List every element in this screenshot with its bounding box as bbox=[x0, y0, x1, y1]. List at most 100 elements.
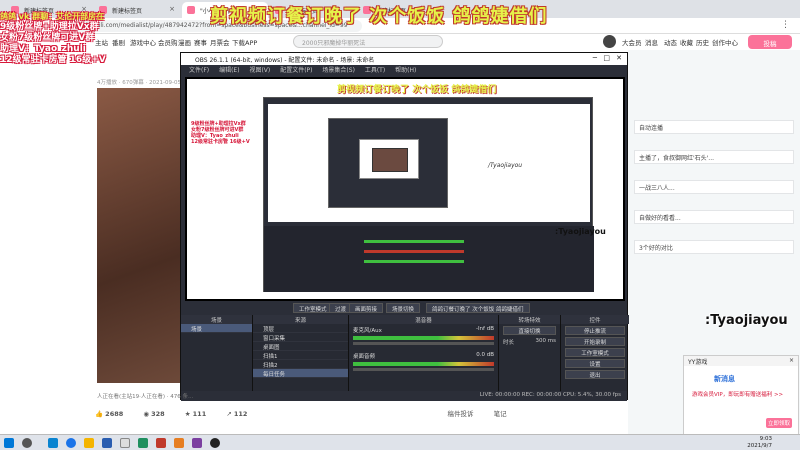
overlay-line: 12级常驻卡房管 16级+V bbox=[191, 139, 250, 145]
coin-icon[interactable]: ◉ 328 bbox=[143, 410, 164, 418]
search-input[interactable]: 2000只邪魔掉华丽死法 bbox=[293, 35, 443, 48]
user-link[interactable]: 历史 bbox=[696, 37, 709, 47]
edge-icon[interactable] bbox=[48, 438, 58, 448]
cut-button[interactable]: 画面剪接 bbox=[349, 303, 384, 313]
menu-icon[interactable]: ⋮ bbox=[781, 20, 790, 30]
duration-label: 时长 bbox=[503, 340, 515, 346]
claim-button[interactable]: 立即领取 bbox=[766, 418, 792, 428]
scene-item[interactable]: 场景 bbox=[181, 324, 252, 333]
folder-icon[interactable] bbox=[84, 438, 94, 448]
minimize-icon[interactable]: ─ bbox=[593, 54, 597, 62]
maximize-icon[interactable]: □ bbox=[603, 54, 610, 62]
channel-db: -Inf dB bbox=[475, 326, 494, 332]
close-icon[interactable]: ✕ bbox=[616, 54, 622, 62]
popup-title: 新消息 bbox=[714, 375, 735, 383]
autoplay-toggle[interactable]: 自动连播 bbox=[634, 120, 794, 134]
menu-item[interactable]: 视图(V) bbox=[249, 67, 270, 74]
preview-title-overlay: 剪视频订餐订晚了 次个饭饭 鸽鸽婕借们 bbox=[337, 85, 497, 95]
menu-item[interactable]: 帮助(H) bbox=[395, 67, 416, 74]
app-icon[interactable] bbox=[138, 438, 148, 448]
scene-name-button[interactable]: 鸽鸽订餐订晚了 次个饭饭 鸽鸽婕借们 bbox=[426, 303, 530, 313]
obs-mode-bar: 工作室模式 过渡 画面剪接 场景切换 鸽鸽订餐订晚了 次个饭饭 鸽鸽婕借们 bbox=[181, 302, 627, 314]
list-item[interactable]: 主播了，食叔御网红'石头'... bbox=[634, 150, 794, 164]
app-icon[interactable] bbox=[120, 438, 130, 448]
menu-item[interactable]: 配置文件(P) bbox=[280, 67, 312, 74]
preview-watermark: :Tyaojiayou bbox=[555, 227, 606, 236]
obs-icon[interactable] bbox=[210, 438, 220, 448]
popup-header: YY游戏 × bbox=[684, 356, 798, 366]
channel-name: 桌面音频 bbox=[353, 354, 376, 360]
source-item[interactable]: 窗口采集 bbox=[253, 333, 348, 342]
source-item[interactable]: 桌面图 bbox=[253, 342, 348, 351]
popup-header-text: YY游戏 bbox=[688, 359, 708, 366]
controls-dock: 控件 停止推流 开始录制 工作室模式 设置 退出 bbox=[561, 315, 629, 391]
source-item[interactable]: 每日任务 bbox=[253, 369, 348, 378]
exit-button[interactable]: 退出 bbox=[565, 370, 625, 379]
nav-item[interactable]: 下载APP bbox=[232, 37, 257, 47]
studio-mode-button[interactable]: 工作室模式 bbox=[293, 303, 333, 313]
chrome-icon[interactable] bbox=[66, 438, 76, 448]
source-item[interactable]: 顶层 bbox=[253, 324, 348, 333]
scene-switch-button[interactable]: 场景切换 bbox=[386, 303, 421, 313]
channel-db: 0.0 dB bbox=[476, 352, 494, 358]
user-link[interactable]: 收藏 bbox=[680, 37, 693, 47]
post-button[interactable]: 投稿 bbox=[748, 35, 792, 49]
list-item[interactable]: 自做好的看看... bbox=[634, 210, 794, 224]
report-link[interactable]: 稿件投诉 bbox=[447, 410, 473, 418]
tab-favicon-icon bbox=[187, 6, 195, 14]
user-link[interactable]: 大会员 bbox=[622, 37, 642, 47]
like-icon[interactable]: 👍 2688 bbox=[95, 410, 123, 418]
share-icon[interactable]: ↗ 112 bbox=[226, 410, 247, 418]
user-link[interactable]: 动态 bbox=[664, 37, 677, 47]
start-record-button[interactable]: 开始录制 bbox=[565, 337, 625, 346]
app-icon[interactable] bbox=[192, 438, 202, 448]
close-icon[interactable]: × bbox=[789, 357, 794, 364]
duration-value[interactable]: 300 ms bbox=[536, 338, 556, 344]
studio-mode-control-button[interactable]: 工作室模式 bbox=[565, 348, 625, 357]
overlay-line: 9级粉丝牌+助理拉Vx群 bbox=[0, 22, 99, 32]
menu-item[interactable]: 编辑(E) bbox=[219, 67, 239, 74]
app-icon[interactable] bbox=[156, 438, 166, 448]
star-icon[interactable]: ★ 111 bbox=[185, 410, 206, 418]
duration-row: 时长 300 ms bbox=[499, 337, 560, 347]
transition-select[interactable]: 直接切换 bbox=[503, 326, 556, 335]
volume-slider[interactable] bbox=[353, 342, 494, 345]
nested-meter bbox=[364, 260, 464, 263]
menu-item[interactable]: 工具(T) bbox=[365, 67, 385, 74]
list-item[interactable]: 一战三八人... bbox=[634, 180, 794, 194]
video-player[interactable] bbox=[97, 88, 192, 383]
view-info: 4万播放 · 670弹幕 · 2021-09-05 16:47:13 bbox=[97, 80, 187, 86]
nav-item[interactable]: 月票会 bbox=[210, 37, 230, 47]
avatar[interactable] bbox=[603, 35, 616, 48]
nav-item[interactable]: 漫画 bbox=[178, 37, 191, 47]
menu-item[interactable]: 场景集合(S) bbox=[322, 67, 355, 74]
viewer-count: 人正在看(主站19·人正在看) · 476 条实时弹幕 bbox=[97, 394, 197, 400]
transitions-dock: 转场特效 直接切换 时长 300 ms bbox=[499, 315, 561, 391]
settings-button[interactable]: 设置 bbox=[565, 359, 625, 368]
search-icon[interactable] bbox=[22, 438, 32, 448]
nested-preview-3 bbox=[359, 139, 419, 179]
user-link[interactable]: 创作中心 bbox=[712, 37, 738, 47]
menu-item[interactable]: 文件(F) bbox=[189, 67, 209, 74]
app-icon[interactable] bbox=[174, 438, 184, 448]
taskbar: 9:03 2021/9/7 bbox=[0, 434, 800, 450]
source-item[interactable]: 扫描1 bbox=[253, 351, 348, 360]
source-item[interactable]: 扫描2 bbox=[253, 360, 348, 369]
nav-item[interactable]: 赛事 bbox=[194, 37, 207, 47]
user-link[interactable]: 消息 bbox=[645, 37, 658, 47]
overlay-line: 鸽鸽 vk 群聊：艾伦开部房在 bbox=[0, 12, 105, 21]
close-icon[interactable]: × bbox=[169, 5, 175, 13]
notes-link[interactable]: 笔记 bbox=[494, 410, 507, 418]
obs-preview[interactable]: 剪视频订餐订晚了 次个饭饭 鸽鸽婕借们 9级粉丝牌+助理拉Vx群 女粉7级粉丝牌… bbox=[185, 77, 625, 301]
nav-item[interactable]: 会员购 bbox=[158, 37, 178, 47]
list-item[interactable]: 3个好的对比 bbox=[634, 240, 794, 254]
nested-meter bbox=[364, 240, 464, 243]
stop-stream-button[interactable]: 停止推流 bbox=[565, 326, 625, 335]
preview-left-overlay: 9级粉丝牌+助理拉Vx群 女粉7级粉丝牌可进V群 助理V：Tyao_zhuli … bbox=[191, 121, 250, 145]
preview-watermark-small: /Tyaojiayou bbox=[488, 162, 523, 169]
volume-slider[interactable] bbox=[353, 368, 494, 371]
start-icon[interactable] bbox=[4, 438, 14, 448]
app-icon[interactable] bbox=[102, 438, 112, 448]
nested-docks bbox=[264, 226, 594, 292]
streamer-watermark: :Tyaojiayou bbox=[705, 313, 788, 328]
